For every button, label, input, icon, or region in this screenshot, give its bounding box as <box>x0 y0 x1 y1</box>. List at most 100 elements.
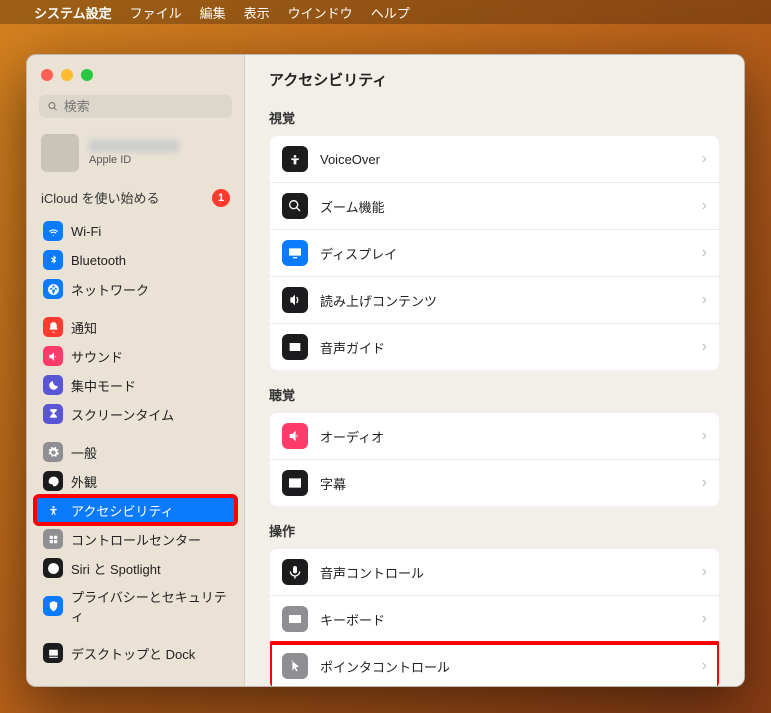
siri-icon <box>47 562 60 575</box>
sidebar-item-sound[interactable]: サウンド <box>35 342 236 370</box>
maximize-button[interactable] <box>81 69 93 81</box>
appearance-icon <box>47 475 60 488</box>
control-icon <box>47 533 60 546</box>
row-label: 音声コントロール <box>320 563 690 582</box>
sidebar-item-label: プライバシーとセキュリティ <box>71 587 228 625</box>
captions-icon <box>287 475 303 491</box>
section-label: 操作 <box>269 521 720 540</box>
sidebar-item-label: デスクトップと Dock <box>71 644 195 663</box>
voiceover-icon <box>287 151 303 167</box>
accessibility-icon <box>47 504 60 517</box>
settings-row-display[interactable]: ディスプレイ› <box>270 229 719 276</box>
section-label: 聴覚 <box>269 385 720 404</box>
sidebar-nav: Wi-Fi Bluetooth ネットワーク通知サウンド集中モードスクリーンタイム一… <box>27 217 244 686</box>
bell-icon <box>47 321 60 334</box>
menu-window[interactable]: ウインドウ <box>288 3 353 22</box>
settings-row-pointer[interactable]: ポインタコントロール › <box>270 642 719 686</box>
sidebar-item-label: 外観 <box>71 472 97 491</box>
search-field[interactable] <box>39 95 232 118</box>
settings-row-audio[interactable]: オーディオ› <box>270 413 719 459</box>
icloud-setup-row[interactable]: iCloud を使い始める 1 <box>27 182 244 217</box>
window-controls <box>27 55 244 91</box>
sidebar-item-label: サウンド <box>71 347 123 366</box>
content-pane: アクセシビリティ 視覚VoiceOver›ズーム機能›ディスプレイ›読み上げコン… <box>245 55 744 686</box>
close-button[interactable] <box>41 69 53 81</box>
sidebar-item-wifi[interactable]: Wi-Fi <box>35 217 236 245</box>
apple-id-row[interactable]: Apple ID <box>27 128 244 182</box>
sidebar-item-siri[interactable]: Siri と Spotlight <box>35 554 236 582</box>
pointer-icon <box>287 658 303 674</box>
sound-icon <box>47 350 60 363</box>
row-label: ポインタコントロール <box>320 657 690 676</box>
desktop: システム設定 ファイル 編集 表示 ウインドウ ヘルプ Apple ID <box>0 0 771 713</box>
sidebar-item-gear[interactable]: 一般 <box>35 438 236 466</box>
app-menu[interactable]: システム設定 <box>34 3 112 22</box>
icloud-label: iCloud を使い始める <box>41 188 159 207</box>
chevron-right-icon: › <box>702 197 707 215</box>
gear-icon <box>47 446 60 459</box>
chevron-right-icon: › <box>702 657 707 675</box>
row-label: 字幕 <box>320 474 690 493</box>
settings-row-descriptions[interactable]: 音声ガイド› <box>270 323 719 370</box>
settings-row-spoken[interactable]: 読み上げコンテンツ › <box>270 276 719 323</box>
settings-row-voice-control[interactable]: 音声コントロール › <box>270 549 719 595</box>
audio-icon <box>287 428 303 444</box>
settings-row-zoom[interactable]: ズーム機能› <box>270 182 719 229</box>
row-label: 読み上げコンテンツ <box>320 291 690 310</box>
sidebar-item-accessibility[interactable]: アクセシビリティ <box>35 496 236 524</box>
sidebar-item-label: スクリーンタイム <box>71 405 174 424</box>
descriptions-icon <box>287 339 303 355</box>
display-icon <box>287 245 303 261</box>
keyboard-icon <box>287 611 303 627</box>
sidebar-item-appearance[interactable]: 外観 <box>35 467 236 495</box>
sidebar-item-moon[interactable]: 集中モード <box>35 371 236 399</box>
notification-badge: 1 <box>212 189 230 207</box>
row-label: VoiceOver <box>320 152 690 167</box>
settings-row-captions[interactable]: 字幕 › <box>270 459 719 506</box>
sidebar-item-label: 集中モード <box>71 376 136 395</box>
search-input[interactable] <box>64 99 224 114</box>
sidebar-item-bluetooth[interactable]: Bluetooth <box>35 246 236 274</box>
network-icon <box>47 283 60 296</box>
sidebar-item-bell[interactable]: 通知 <box>35 313 236 341</box>
sidebar-item-control[interactable]: コントロールセンター <box>35 525 236 553</box>
settings-window: Apple ID iCloud を使い始める 1 Wi-Fi Bluetooth ネ… <box>26 54 745 687</box>
menu-file[interactable]: ファイル <box>130 3 182 22</box>
dock-icon <box>47 647 60 660</box>
sidebar-item-label: アクセシビリティ <box>71 501 174 520</box>
row-label: キーボード <box>320 610 690 629</box>
search-icon <box>47 100 59 113</box>
menu-edit[interactable]: 編集 <box>200 3 226 22</box>
minimize-button[interactable] <box>61 69 73 81</box>
settings-row-voiceover[interactable]: VoiceOver › <box>270 136 719 182</box>
hourglass-icon <box>47 408 60 421</box>
avatar <box>41 134 79 172</box>
sidebar-item-label: Siri と Spotlight <box>71 559 161 578</box>
sidebar-item-hourglass[interactable]: スクリーンタイム <box>35 400 236 428</box>
sidebar-item-privacy[interactable]: プライバシーとセキュリティ <box>35 583 236 629</box>
chevron-right-icon: › <box>702 291 707 309</box>
settings-card: VoiceOver›ズーム機能›ディスプレイ›読み上げコンテンツ›音声ガイド› <box>269 135 720 371</box>
sidebar-item-label: 一般 <box>71 443 97 462</box>
settings-row-keyboard[interactable]: キーボード› <box>270 595 719 642</box>
sidebar-item-dock[interactable]: デスクトップと Dock <box>35 639 236 667</box>
menubar: システム設定 ファイル 編集 表示 ウインドウ ヘルプ <box>0 0 771 24</box>
moon-icon <box>47 379 60 392</box>
profile-subtitle: Apple ID <box>89 154 179 166</box>
chevron-right-icon: › <box>702 474 707 492</box>
sidebar-item-label: Bluetooth <box>71 253 126 268</box>
settings-card: オーディオ› 字幕 › <box>269 412 720 507</box>
chevron-right-icon: › <box>702 150 707 168</box>
chevron-right-icon: › <box>702 244 707 262</box>
chevron-right-icon: › <box>702 563 707 581</box>
sidebar-item-label: 通知 <box>71 318 97 337</box>
sidebar-item-network[interactable]: ネットワーク <box>35 275 236 303</box>
section-label: 視覚 <box>269 108 720 127</box>
row-label: オーディオ <box>320 427 690 446</box>
menu-view[interactable]: 表示 <box>244 3 270 22</box>
voice-control-icon <box>287 564 303 580</box>
spoken-icon <box>287 292 303 308</box>
profile-name <box>89 140 179 152</box>
zoom-icon <box>287 198 303 214</box>
menu-help[interactable]: ヘルプ <box>371 3 410 22</box>
